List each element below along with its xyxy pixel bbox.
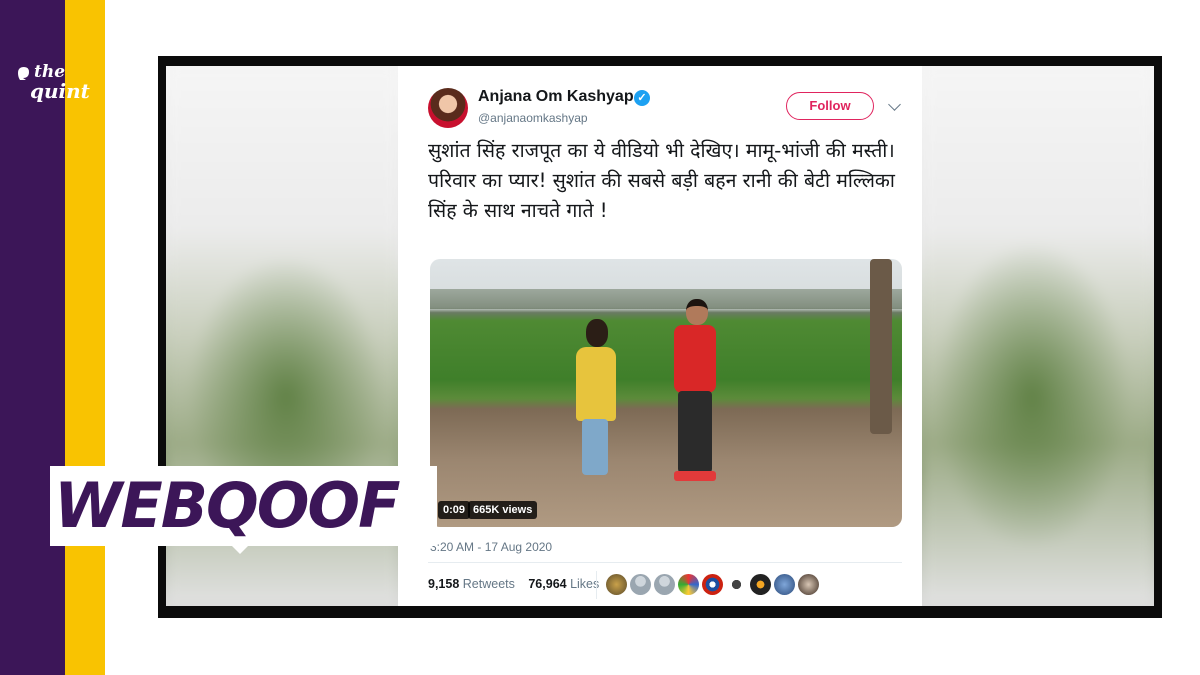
likes-count[interactable]: 76,964 <box>528 577 566 591</box>
verified-badge-icon: ✓ <box>634 90 650 106</box>
liker-avatar[interactable] <box>606 574 627 595</box>
logo-word-quint: quint <box>30 79 90 103</box>
follow-button[interactable]: Follow <box>786 92 874 120</box>
avatar[interactable] <box>428 88 468 128</box>
liker-avatar[interactable] <box>726 574 747 595</box>
tweet-card: Anjana Om Kashyap ✓ @anjanaomkashyap Fol… <box>398 66 922 606</box>
liker-avatars <box>606 574 819 596</box>
retweets-label[interactable]: Retweets <box>463 577 515 591</box>
author-handle[interactable]: @anjanaomkashyap <box>478 111 588 125</box>
chevron-down-icon[interactable] <box>888 98 901 111</box>
likes-label[interactable]: Likes <box>570 577 599 591</box>
blurred-background-right <box>922 66 1154 606</box>
webqoof-label: WEBQOOF <box>50 466 437 546</box>
video-views-badge: 665K views <box>468 501 538 519</box>
liker-avatar[interactable] <box>702 574 723 595</box>
webqoof-label-tail <box>226 540 254 554</box>
video-person-girl <box>570 319 622 479</box>
liker-avatar[interactable] <box>774 574 795 595</box>
liker-avatar[interactable] <box>654 574 675 595</box>
liker-avatar[interactable] <box>678 574 699 595</box>
tweet-text: सुशांत सिंह राजपूत का ये वीडियो भी देखिए… <box>428 139 895 222</box>
liker-avatar[interactable] <box>630 574 651 595</box>
retweets-count[interactable]: 9,158 <box>428 577 459 591</box>
quint-mark-icon <box>18 67 29 80</box>
tweet-timestamp[interactable]: 3:20 AM - 17 Aug 2020 <box>430 540 552 554</box>
liker-avatar[interactable] <box>750 574 771 595</box>
video-person-boy <box>666 299 726 485</box>
divider <box>428 562 902 563</box>
the-quint-logo: the quint <box>16 62 96 108</box>
webqoof-text: WEBQOOF <box>54 469 400 542</box>
tweet-stats: 9,158 Retweets 76,964 Likes <box>428 577 599 591</box>
video-duration-badge: 0:09 <box>438 501 471 519</box>
author-name[interactable]: Anjana Om Kashyap <box>478 88 634 106</box>
liker-avatar[interactable] <box>798 574 819 595</box>
stats-divider <box>596 571 597 599</box>
video-tree-trunk <box>870 259 892 434</box>
video-player[interactable]: 0:09 665K views <box>430 259 902 527</box>
